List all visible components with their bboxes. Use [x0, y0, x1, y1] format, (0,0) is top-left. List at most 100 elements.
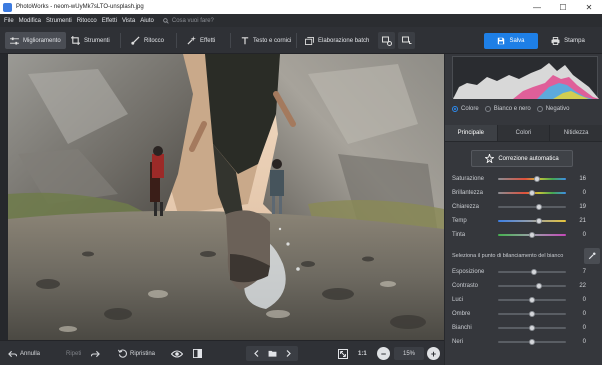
magic-wand-icon — [187, 36, 196, 45]
fit-screen-icon — [338, 348, 348, 359]
compare-icon — [381, 36, 392, 46]
color-mode-group: Colore Bianco e nero Negativo — [452, 106, 575, 112]
menu-ritocco[interactable]: Ritocco — [77, 18, 97, 24]
slider-row: Brillantezza 0 — [452, 188, 600, 198]
image-navigation — [246, 346, 298, 361]
blacks-slider[interactable] — [498, 339, 566, 345]
menu-bar: File Modifica Strumenti Ritocco Effetti … — [0, 14, 602, 27]
toolbar-divider — [296, 33, 297, 48]
highlights-slider[interactable] — [498, 297, 566, 303]
restore-button[interactable]: Ripristina — [118, 346, 155, 361]
actual-size-button[interactable]: 1:1 — [358, 346, 367, 361]
slider-thumb[interactable] — [536, 218, 543, 224]
tab-testo-cornici[interactable]: Testo e cornici — [236, 32, 296, 49]
printer-icon — [551, 37, 560, 45]
tab-effetti[interactable]: Effetti — [182, 32, 220, 49]
auto-correction-button[interactable]: Correzione automatica — [471, 150, 573, 167]
mode-colore[interactable]: Colore — [452, 106, 479, 112]
toolbar-divider — [120, 33, 121, 48]
eye-icon — [171, 349, 183, 358]
eyedropper-button[interactable] — [584, 248, 600, 264]
tab-colori[interactable]: Colori — [497, 125, 551, 141]
save-button[interactable]: Salva — [484, 33, 538, 49]
whites-slider[interactable] — [498, 325, 566, 331]
menu-aiuto[interactable]: Aiuto — [140, 18, 154, 24]
window-title: PhotoWorks - neom-wUyMk7sLTO-unsplash.jp… — [16, 4, 144, 10]
tab-strumenti[interactable]: Strumenti — [66, 32, 115, 49]
compare-view-button[interactable] — [378, 32, 395, 49]
slider-thumb[interactable] — [531, 269, 538, 275]
menu-strumenti[interactable]: Strumenti — [46, 18, 72, 24]
menu-vista[interactable]: Vista — [122, 18, 135, 24]
tab-miglioramento[interactable]: Miglioramento — [5, 32, 66, 49]
photo-canvas[interactable] — [8, 54, 444, 340]
redo-button[interactable]: Ripeti — [66, 346, 103, 361]
radio-selected[interactable] — [452, 106, 458, 112]
undo-button[interactable]: Annulla — [8, 346, 40, 361]
contrast-slider[interactable] — [498, 283, 566, 289]
brush-icon — [131, 36, 140, 45]
tab-nitidezza[interactable]: Nitidezza — [550, 125, 602, 141]
mode-bianco-nero[interactable]: Bianco e nero — [484, 106, 531, 112]
vibrance-slider[interactable] — [498, 190, 566, 196]
menu-effetti[interactable]: Effetti — [102, 18, 117, 24]
mode-negativo[interactable]: Negativo — [536, 106, 569, 112]
minimize-button[interactable]: — — [524, 0, 550, 14]
before-after-button[interactable] — [193, 346, 205, 361]
next-image-button[interactable] — [281, 350, 295, 357]
radio-unselected[interactable] — [484, 106, 491, 112]
mode-colore-label: Colore — [461, 106, 479, 112]
tab-ritocco[interactable]: Ritocco — [126, 32, 169, 49]
preview-toggle-button[interactable] — [171, 346, 186, 361]
prev-image-button[interactable] — [249, 350, 263, 357]
slider-thumb[interactable] — [529, 311, 535, 317]
adjustment-tabs: Principale Colori Nitidezza — [445, 125, 602, 142]
mode-bianco-nero-label: Bianco e nero — [493, 106, 531, 112]
slider-thumb[interactable] — [529, 190, 535, 196]
slider-thumb[interactable] — [529, 325, 535, 331]
fit-to-window-button[interactable] — [338, 346, 351, 361]
open-folder-button[interactable] — [263, 350, 281, 357]
adjustments-panel: Colore Bianco e nero Negativo Principale… — [444, 54, 602, 365]
slider-value: 7 — [582, 269, 586, 275]
zoom-in-button[interactable]: + — [427, 347, 440, 360]
history-view-button[interactable] — [398, 32, 415, 49]
print-button[interactable]: Stampa — [540, 33, 596, 49]
actual-size-label: 1:1 — [358, 350, 367, 357]
tab-principale[interactable]: Principale — [445, 125, 498, 141]
temperature-slider[interactable] — [498, 218, 566, 224]
zoom-out-button[interactable]: − — [377, 347, 390, 360]
save-label: Salva — [509, 38, 525, 44]
close-button[interactable]: ✕ — [576, 0, 602, 14]
eyedropper-icon — [588, 252, 596, 260]
floppy-icon — [498, 37, 505, 45]
tint-slider[interactable] — [498, 232, 566, 238]
tab-elaborazione-batch[interactable]: Elaborazione batch — [300, 32, 374, 49]
radio-unselected[interactable] — [536, 106, 543, 112]
slider-value: 19 — [579, 204, 586, 210]
zoom-level[interactable]: 15% — [394, 347, 424, 360]
saturation-slider[interactable] — [498, 176, 566, 182]
slider-thumb[interactable] — [535, 204, 542, 210]
left-panel-strip[interactable] — [0, 54, 8, 340]
slider-value: 0 — [582, 297, 586, 303]
slider-label: Luci — [452, 297, 464, 303]
exposure-slider[interactable] — [498, 269, 566, 275]
slider-row: Bianchi 0 — [452, 323, 600, 333]
clarity-slider[interactable] — [498, 204, 566, 210]
slider-thumb[interactable] — [529, 339, 535, 345]
shadows-slider[interactable] — [498, 311, 566, 317]
slider-thumb[interactable] — [536, 283, 543, 289]
tab-ritocco-label: Ritocco — [144, 37, 165, 44]
menu-file[interactable]: File — [4, 18, 14, 24]
menu-modifica[interactable]: Modifica — [19, 18, 41, 24]
maximize-button[interactable]: ☐ — [550, 0, 576, 14]
slider-row: Ombre 0 — [452, 309, 600, 319]
slider-label: Tinta — [452, 232, 466, 238]
slider-thumb[interactable] — [529, 297, 535, 303]
tab-testo-cornici-label: Testo e cornici — [253, 37, 292, 44]
slider-thumb[interactable] — [529, 232, 535, 238]
menu-search[interactable]: Cosa vuoi fare? — [163, 18, 214, 24]
restore-icon — [118, 349, 127, 358]
slider-thumb[interactable] — [534, 176, 541, 182]
